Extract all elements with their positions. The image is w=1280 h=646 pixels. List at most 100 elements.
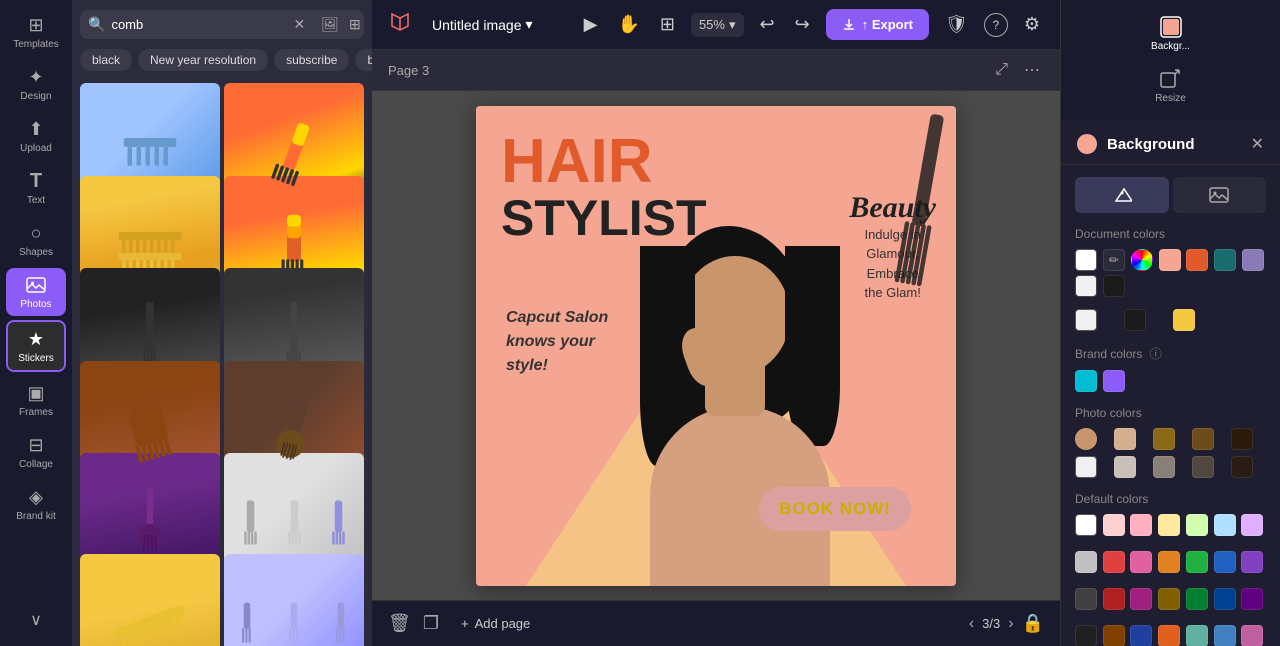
search-image-icon[interactable]: 🖼	[321, 16, 339, 33]
brand-color-purple[interactable]	[1103, 370, 1125, 392]
right-panel-resize-tab[interactable]: Resize	[1147, 60, 1194, 112]
hand-tool-button[interactable]: ✋	[613, 10, 643, 39]
sidebar-item-design[interactable]: ✦ Design	[6, 60, 66, 108]
doc-color-2-2[interactable]	[1124, 309, 1146, 331]
dc-2-1[interactable]	[1075, 551, 1097, 573]
grid-item[interactable]	[224, 554, 364, 646]
book-now-btn[interactable]: BOOK NOW!	[759, 487, 911, 531]
background-panel-close[interactable]: ✕	[1251, 134, 1264, 154]
document-title[interactable]: Untitled image ▾	[432, 16, 533, 33]
dc-2-5[interactable]	[1186, 551, 1208, 573]
photo-color-7[interactable]	[1153, 456, 1175, 478]
sidebar-item-photos[interactable]: Photos	[6, 268, 66, 316]
doc-color-peach[interactable]	[1159, 249, 1181, 271]
photo-color-1[interactable]	[1114, 428, 1136, 450]
dc-2-3[interactable]	[1130, 551, 1152, 573]
photo-color-2[interactable]	[1153, 428, 1175, 450]
doc-color-light[interactable]	[1075, 275, 1097, 297]
redo-button[interactable]: ↪	[791, 10, 814, 39]
help-button[interactable]: ?	[984, 13, 1008, 37]
image-tab[interactable]	[1173, 177, 1267, 213]
doc-color-white[interactable]	[1075, 249, 1097, 271]
doc-color-rainbow[interactable]	[1131, 249, 1153, 271]
photo-color-3[interactable]	[1192, 428, 1214, 450]
dc-2-6[interactable]	[1214, 551, 1236, 573]
sidebar-item-shapes[interactable]: ○ Shapes	[6, 216, 66, 264]
dc-3-2[interactable]	[1103, 588, 1125, 610]
settings-button[interactable]: ⚙	[1020, 10, 1044, 39]
zoom-control[interactable]: 55% ▾	[691, 13, 744, 37]
play-button[interactable]: ▶	[580, 10, 602, 39]
dc-4-3[interactable]	[1130, 625, 1152, 646]
doc-color-black[interactable]	[1103, 275, 1125, 297]
expand-canvas-button[interactable]: ⤢	[991, 57, 1012, 83]
doc-color-2-1[interactable]	[1075, 309, 1097, 331]
dc-4-6[interactable]	[1214, 625, 1236, 646]
dc-1-3[interactable]	[1130, 514, 1152, 536]
copy-page-button[interactable]: ❐	[423, 613, 439, 634]
dc-1-4[interactable]	[1158, 514, 1180, 536]
dc-2-7[interactable]	[1241, 551, 1263, 573]
chip-more[interactable]: ba...	[355, 49, 372, 71]
export-button[interactable]: ↑ Export	[826, 9, 929, 40]
sidebar-item-frames[interactable]: ▣ Frames	[6, 376, 66, 424]
dc-4-4[interactable]	[1158, 625, 1180, 646]
dc-4-5[interactable]	[1186, 625, 1208, 646]
dc-1-2[interactable]	[1103, 514, 1125, 536]
right-panel-background-tab[interactable]: Backgr...	[1143, 8, 1198, 60]
sidebar-item-text[interactable]: T Text	[6, 164, 66, 212]
dc-4-1[interactable]	[1075, 625, 1097, 646]
brand-info-icon[interactable]: ⓘ	[1150, 347, 1162, 361]
search-clear-icon[interactable]: ✕	[293, 16, 305, 33]
chip-black[interactable]: black	[80, 49, 132, 71]
shield-button[interactable]: 🛡	[941, 10, 972, 39]
search-input[interactable]	[111, 17, 287, 32]
photo-color-5[interactable]	[1075, 456, 1097, 478]
doc-color-2-3[interactable]	[1173, 309, 1195, 331]
undo-button[interactable]: ↩	[756, 10, 779, 39]
background-color-preview[interactable]	[1077, 134, 1097, 154]
dc-4-2[interactable]	[1103, 625, 1125, 646]
sidebar-item-upload[interactable]: ⬆ Upload	[6, 112, 66, 160]
chip-newyear[interactable]: New year resolution	[138, 49, 268, 71]
dc-1-7[interactable]	[1241, 514, 1263, 536]
dc-3-3[interactable]	[1130, 588, 1152, 610]
fill-tab[interactable]	[1075, 177, 1169, 213]
lock-button[interactable]: 🔒	[1022, 613, 1044, 634]
grid-item[interactable]	[80, 554, 220, 646]
add-page-button[interactable]: + Add page	[451, 610, 540, 637]
dc-2-2[interactable]	[1103, 551, 1125, 573]
search-filter-icon[interactable]: ⊞	[349, 16, 361, 33]
dc-3-4[interactable]	[1158, 588, 1180, 610]
sidebar-collapse-btn[interactable]: ∨	[22, 602, 50, 638]
dc-1-6[interactable]	[1214, 514, 1236, 536]
dc-1-1[interactable]	[1075, 514, 1097, 536]
photo-color-8[interactable]	[1192, 456, 1214, 478]
dc-3-6[interactable]	[1214, 588, 1236, 610]
photo-color-6[interactable]	[1114, 456, 1136, 478]
dc-2-4[interactable]	[1158, 551, 1180, 573]
brand-color-cyan[interactable]	[1075, 370, 1097, 392]
delete-page-button[interactable]: 🗑	[388, 613, 411, 634]
photo-color-4[interactable]	[1231, 428, 1253, 450]
photo-swatch-thumb[interactable]	[1075, 428, 1097, 450]
sidebar-item-stickers[interactable]: ★ Stickers	[6, 320, 66, 372]
chip-subscribe[interactable]: subscribe	[274, 49, 349, 71]
canvas-more-button[interactable]: ⋯	[1020, 56, 1044, 84]
dc-3-1[interactable]	[1075, 588, 1097, 610]
sidebar-item-templates[interactable]: ⊞ Templates	[6, 8, 66, 56]
dc-3-7[interactable]	[1241, 588, 1263, 610]
dc-3-5[interactable]	[1186, 588, 1208, 610]
next-page-button[interactable]: ›	[1008, 615, 1013, 633]
layout-button[interactable]: ⊞	[656, 10, 679, 39]
doc-color-teal[interactable]	[1214, 249, 1236, 271]
dc-4-7[interactable]	[1241, 625, 1263, 646]
canvas-page[interactable]: HAIR STYLIST Capcut Salonknows yourstyle…	[476, 106, 956, 586]
doc-color-orange[interactable]	[1186, 249, 1208, 271]
sidebar-item-collage[interactable]: ⊟ Collage	[6, 428, 66, 476]
dc-1-5[interactable]	[1186, 514, 1208, 536]
sidebar-item-brand[interactable]: ◈ Brand kit	[6, 480, 66, 528]
prev-page-button[interactable]: ‹	[969, 615, 974, 633]
doc-color-purple[interactable]	[1242, 249, 1264, 271]
photo-color-9[interactable]	[1231, 456, 1253, 478]
